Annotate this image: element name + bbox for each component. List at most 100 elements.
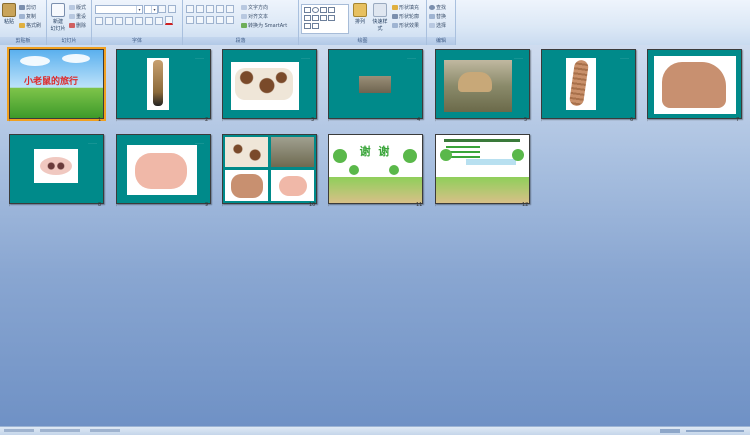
- slide-thumbnail-12[interactable]: [435, 134, 530, 204]
- arrow-shape-icon[interactable]: [328, 7, 335, 13]
- slide-transition-icon[interactable]: ⁝: [116, 117, 117, 122]
- oval-shape-icon[interactable]: [312, 7, 319, 13]
- chevron-down-icon[interactable]: ▾: [136, 6, 142, 13]
- shape-fill-button[interactable]: 形状填充: [392, 4, 419, 11]
- chevron-down-icon[interactable]: ▾: [151, 6, 157, 13]
- callout-shape-icon[interactable]: [328, 15, 335, 21]
- change-case-icon[interactable]: [155, 16, 163, 25]
- strikethrough-icon[interactable]: [125, 16, 133, 25]
- slide-transition-icon[interactable]: ⁝: [222, 202, 223, 207]
- layout-icon: [69, 5, 75, 10]
- slide-thumbnail-4[interactable]: ·········: [328, 49, 423, 119]
- text-direction-button[interactable]: 文字方向: [241, 4, 268, 11]
- slide-thumbnail-9[interactable]: ·········: [116, 134, 211, 204]
- grow-font-icon[interactable]: [158, 5, 166, 13]
- italic-icon[interactable]: [105, 16, 113, 25]
- justify-icon[interactable]: [216, 16, 224, 24]
- shapes-gallery[interactable]: [301, 4, 349, 34]
- drawing-group: 排列 快速样式 形状填充 形状轮廓 形状效果 绘图: [299, 0, 427, 45]
- slide-thumbnail-7[interactable]: ·········: [647, 49, 742, 119]
- block-arrow-shape-icon[interactable]: [312, 23, 319, 29]
- font-name-combo[interactable]: ▾: [95, 5, 143, 14]
- view-buttons[interactable]: [660, 429, 680, 433]
- slide-thumbnail-5[interactable]: ·········: [435, 49, 530, 119]
- spacing-icon[interactable]: [145, 16, 153, 25]
- bullets-icon[interactable]: [186, 5, 194, 13]
- font-color-icon[interactable]: [165, 16, 173, 25]
- columns-icon[interactable]: [226, 16, 234, 24]
- cut-button[interactable]: 剪切: [19, 4, 36, 11]
- line-spacing-icon[interactable]: [226, 5, 234, 13]
- brace-shape-icon[interactable]: [304, 23, 311, 29]
- shape-outline-button[interactable]: 形状轮廓: [392, 13, 419, 20]
- layout-button[interactable]: 版式: [69, 4, 86, 11]
- replace-button[interactable]: 替换: [429, 13, 446, 20]
- copy-icon: [19, 14, 25, 19]
- align-text-button[interactable]: 对齐文本: [241, 13, 268, 20]
- align-right-icon[interactable]: [206, 16, 214, 24]
- slide-thumbnail-2[interactable]: ·········: [116, 49, 211, 119]
- align-left-icon[interactable]: [186, 16, 194, 24]
- slide-transition-icon[interactable]: ⁝: [328, 202, 329, 207]
- list-buttons: [186, 5, 236, 13]
- zoom-slider[interactable]: [686, 430, 744, 432]
- underline-icon[interactable]: [115, 16, 123, 25]
- slides-group-label: 幻灯片: [47, 37, 91, 45]
- slide-transition-icon[interactable]: ⁝: [541, 117, 542, 122]
- find-button[interactable]: 查找: [429, 4, 446, 11]
- font-size-combo[interactable]: ▾: [144, 5, 158, 14]
- reset-button[interactable]: 重设: [69, 13, 86, 20]
- rounded-rect-shape-icon[interactable]: [312, 15, 319, 21]
- rectangle-shape-icon[interactable]: [304, 7, 311, 13]
- shape-effects-button[interactable]: 形状效果: [392, 22, 419, 29]
- slide-transition-icon[interactable]: ⁝: [647, 117, 648, 122]
- bold-icon[interactable]: [95, 16, 103, 25]
- new-slide-button[interactable]: 新建 幻灯片: [50, 3, 66, 32]
- pen-icon: [392, 14, 398, 19]
- shadow-icon[interactable]: [135, 16, 143, 25]
- line-shape-icon[interactable]: [320, 7, 327, 13]
- slide-transition-icon[interactable]: ⁝: [435, 202, 436, 207]
- slide-thumbnail-10[interactable]: [222, 134, 317, 204]
- shrink-font-icon[interactable]: [168, 5, 176, 13]
- slide-thumbnail-1[interactable]: 小老鼠的旅行: [7, 47, 106, 121]
- slide-number: 4: [417, 117, 421, 123]
- paste-button[interactable]: 粘贴: [2, 3, 16, 25]
- star-shape-icon[interactable]: [320, 15, 327, 21]
- slide-transition-icon[interactable]: ⁝: [222, 117, 223, 122]
- elephant-image: [231, 174, 263, 198]
- select-button[interactable]: 选择: [429, 22, 446, 29]
- format-painter-button[interactable]: 格式刷: [19, 22, 41, 29]
- slide-thumbnail-6[interactable]: ·········: [541, 49, 636, 119]
- text-line: [446, 146, 480, 148]
- copy-button[interactable]: 复制: [19, 13, 36, 20]
- slide-number: 3: [311, 117, 315, 123]
- slide-transition-icon[interactable]: ⁝: [435, 117, 436, 122]
- status-text: [4, 429, 34, 432]
- slide-transition-icon[interactable]: ⁝: [116, 202, 117, 207]
- slide-transition-icon[interactable]: ⁝: [328, 117, 329, 122]
- numbering-icon[interactable]: [196, 5, 204, 13]
- editing-group: 查找 替换 选择 编辑: [427, 0, 456, 45]
- increase-indent-icon[interactable]: [216, 5, 224, 13]
- quick-styles-button[interactable]: 快速样式: [371, 3, 389, 32]
- decrease-indent-icon[interactable]: [206, 5, 214, 13]
- slide-number: 5: [524, 117, 528, 123]
- delete-slide-button[interactable]: 删除: [69, 22, 86, 29]
- arrange-icon: [353, 3, 367, 17]
- align-center-icon[interactable]: [196, 16, 204, 24]
- slide-header-text: ·········: [407, 56, 416, 60]
- slide-sorter-pane: 小老鼠的旅行 1 ⁝ ········· 2 ⁝ ········· 3 ⁝ ·…: [0, 45, 750, 427]
- slide-thumbnail-11[interactable]: 谢 谢: [328, 134, 423, 204]
- smartart-button[interactable]: 转换为 SmartArt: [241, 22, 287, 29]
- slide-header-text: ·········: [88, 141, 97, 145]
- slide-thumbnail-8[interactable]: ·········: [9, 134, 104, 204]
- slide-number: 11: [416, 202, 423, 208]
- arrange-button[interactable]: 排列: [352, 3, 368, 25]
- slide-number: 2: [205, 117, 209, 123]
- slide-transition-icon[interactable]: ⁝: [9, 202, 10, 207]
- triangle-shape-icon[interactable]: [304, 15, 311, 21]
- brush-icon: [19, 23, 25, 28]
- slide-transition-icon[interactable]: ⁝: [9, 117, 10, 122]
- slide-thumbnail-3[interactable]: ·········: [222, 49, 317, 119]
